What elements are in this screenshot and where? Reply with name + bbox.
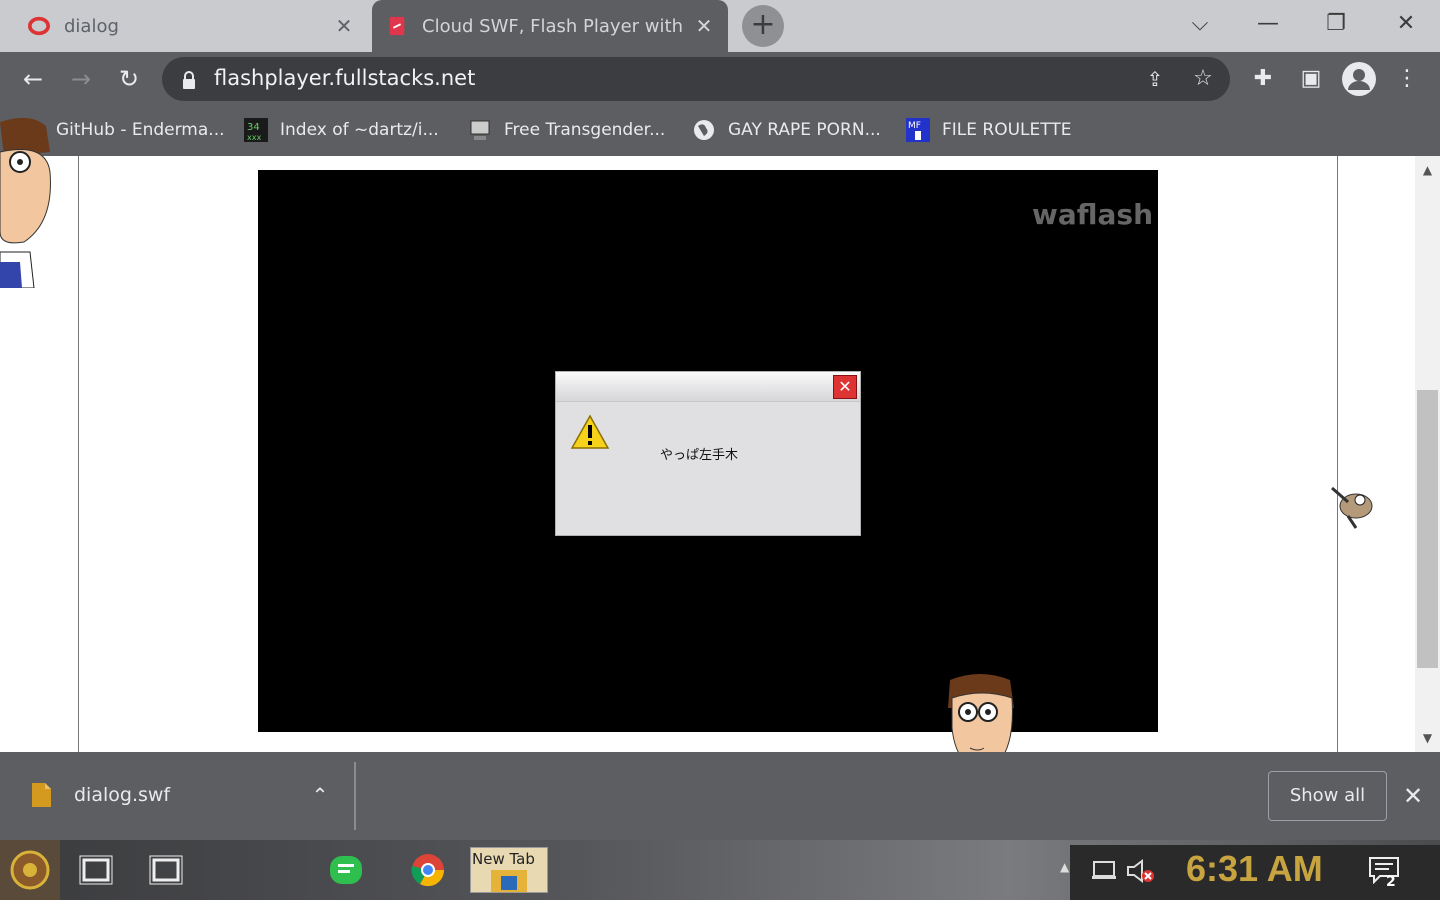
folder-icon	[491, 870, 527, 892]
forward-icon[interactable]: →	[64, 62, 98, 96]
bookmark-label: Index of ~dartz/i...	[280, 120, 439, 140]
restore-icon[interactable]: ❐	[1312, 6, 1360, 42]
extensions-icon[interactable]: ✚	[1248, 64, 1278, 94]
bookmark-label: FILE ROULETTE	[942, 120, 1072, 140]
bookmark-free-transgender[interactable]: Free Transgender...	[468, 116, 665, 144]
dialog-message: やっぱ左手木	[660, 448, 739, 463]
right-divider	[1337, 156, 1338, 752]
opera-icon	[28, 16, 50, 36]
bookmark-file-roulette[interactable]: MF FILE ROULETTE	[906, 116, 1071, 144]
dialog-titlebar	[556, 372, 860, 402]
bookmark-label: GAY RAPE PORN...	[728, 120, 881, 140]
svg-text:34: 34	[247, 122, 260, 133]
waflash-watermark: waflash	[1032, 198, 1154, 231]
cartoon-character-right	[1331, 486, 1373, 529]
lock-icon[interactable]	[180, 70, 198, 90]
volume-muted-icon[interactable]	[1126, 858, 1156, 884]
download-file-name[interactable]: dialog.swf	[74, 784, 170, 806]
tab-search-chevron-icon[interactable]: ⌵	[1176, 6, 1224, 42]
tab-cloud-swf[interactable]: Cloud SWF, Flash Player with L ✕	[372, 0, 728, 52]
side-panel-icon[interactable]: ▣	[1296, 64, 1326, 94]
download-separator	[354, 762, 356, 830]
tab-label: Cloud SWF, Flash Player with L	[422, 15, 690, 37]
profile-avatar-icon[interactable]	[1342, 62, 1376, 96]
computer-icon	[470, 120, 490, 140]
start-button[interactable]	[0, 840, 60, 900]
close-download-bar-icon[interactable]: ✕	[1398, 780, 1428, 812]
taskbar-clock[interactable]: 6:31 AM	[1186, 848, 1323, 890]
close-tab-icon[interactable]: ✕	[330, 14, 358, 38]
left-divider	[78, 156, 79, 752]
reload-icon[interactable]: ↻	[112, 62, 146, 96]
show-all-button[interactable]: Show all	[1268, 771, 1387, 821]
bookmark-dartz[interactable]: 34 xxx Index of ~dartz/i...	[244, 116, 439, 144]
bookmark-label: Free Transgender...	[504, 120, 666, 140]
scrollbar-thumb[interactable]	[1417, 390, 1438, 668]
tray-overflow-icon[interactable]: ▲	[1060, 860, 1069, 874]
svg-text:MF: MF	[908, 121, 921, 131]
warning-dialog: ✕ やっぱ左手木	[555, 371, 861, 536]
globe-icon	[694, 120, 714, 140]
close-window-icon[interactable]: ✕	[1382, 6, 1430, 42]
notification-count-badge: 2	[1386, 874, 1396, 890]
bookmark-star-icon[interactable]: ☆	[1188, 64, 1218, 94]
messages-app-icon[interactable]	[328, 852, 364, 888]
mf-icon: MF	[906, 118, 930, 142]
task-view-icon[interactable]	[78, 852, 114, 888]
svg-text:xxx: xxx	[247, 133, 261, 142]
tab-dialog[interactable]: dialog ✕	[14, 0, 368, 52]
bookmark-label: GitHub - Enderma...	[56, 120, 225, 140]
url-text[interactable]: flashplayer.fullstacks.net	[214, 66, 475, 90]
warning-icon	[570, 414, 610, 449]
swf-file-icon[interactable]	[30, 782, 52, 808]
snip-icon[interactable]	[148, 852, 184, 888]
cartoon-character-left	[0, 117, 51, 288]
start-icon	[10, 850, 50, 890]
bookmark-globe[interactable]: GAY RAPE PORN...	[692, 116, 881, 144]
new-tab-button[interactable]: +	[742, 5, 784, 47]
bookmark-github[interactable]: GitHub - Enderma...	[56, 116, 225, 144]
person-icon	[1348, 69, 1370, 90]
menu-icon[interactable]: ⋮	[1394, 64, 1420, 94]
new-tab-taskbar-label: New Tab	[472, 850, 535, 868]
share-icon[interactable]: ⇪	[1140, 64, 1170, 94]
chevron-up-icon[interactable]: ⌃	[306, 780, 334, 810]
tab-label: dialog	[64, 15, 119, 37]
download-bar	[0, 752, 1440, 840]
dartz-icon: 34xxx	[244, 118, 268, 142]
minimize-icon[interactable]: —	[1244, 6, 1292, 42]
scroll-down-icon[interactable]: ▼	[1415, 728, 1440, 748]
dialog-close-button[interactable]: ✕	[833, 375, 857, 399]
network-icon[interactable]	[1090, 858, 1118, 882]
flash-file-icon	[389, 16, 405, 36]
scroll-up-icon[interactable]: ▲	[1415, 160, 1440, 180]
back-icon[interactable]: ←	[16, 62, 50, 96]
close-tab-icon[interactable]: ✕	[690, 14, 718, 38]
chrome-icon[interactable]	[410, 852, 446, 888]
